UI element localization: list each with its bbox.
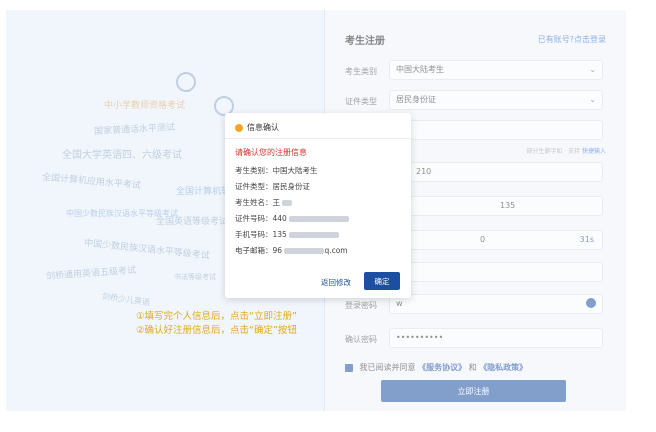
info-email-suffix: q.com <box>324 246 348 255</box>
info-id-number: 证件号码：440 <box>235 213 350 224</box>
info-phone-text: 手机号码：135 <box>235 230 287 239</box>
back-edit-button[interactable]: 返回修改 <box>315 276 357 289</box>
confirm-button[interactable]: 确定 <box>364 272 400 290</box>
confirm-prompt: 请确认您的注册信息 <box>235 148 307 157</box>
annotation-step1: ①填写完个人信息后，点击“立即注册” <box>136 311 297 322</box>
info-id-text: 证件号码：440 <box>235 214 287 223</box>
info-name-text: 考生姓名：王 <box>235 198 280 207</box>
info-phone: 手机号码：135 <box>235 229 340 240</box>
redacted-block <box>282 200 293 206</box>
redacted-block <box>289 216 350 222</box>
redacted-block <box>284 248 325 254</box>
dialog-title: 信息确认 <box>247 123 279 132</box>
info-confirm-dialog: 信息确认 请确认您的注册信息 考生类别：中国大陆考生 证件类型：居民身份证 考生… <box>225 113 411 298</box>
info-name: 考生姓名：王 <box>235 197 293 208</box>
warning-icon <box>235 123 243 132</box>
info-id-type: 证件类型：居民身份证 <box>235 182 310 191</box>
info-email-text: 电子邮箱：96 <box>235 246 283 255</box>
redacted-block <box>289 232 340 238</box>
info-email: 电子邮箱：96 q.com <box>235 245 348 256</box>
dialog-header: 信息确认 <box>235 122 279 133</box>
dialog-divider <box>225 138 411 139</box>
annotation-step2: ②确认好注册信息后，点击“确定”按钮 <box>136 325 297 336</box>
info-category: 考生类别：中国大陆考生 <box>235 166 318 175</box>
